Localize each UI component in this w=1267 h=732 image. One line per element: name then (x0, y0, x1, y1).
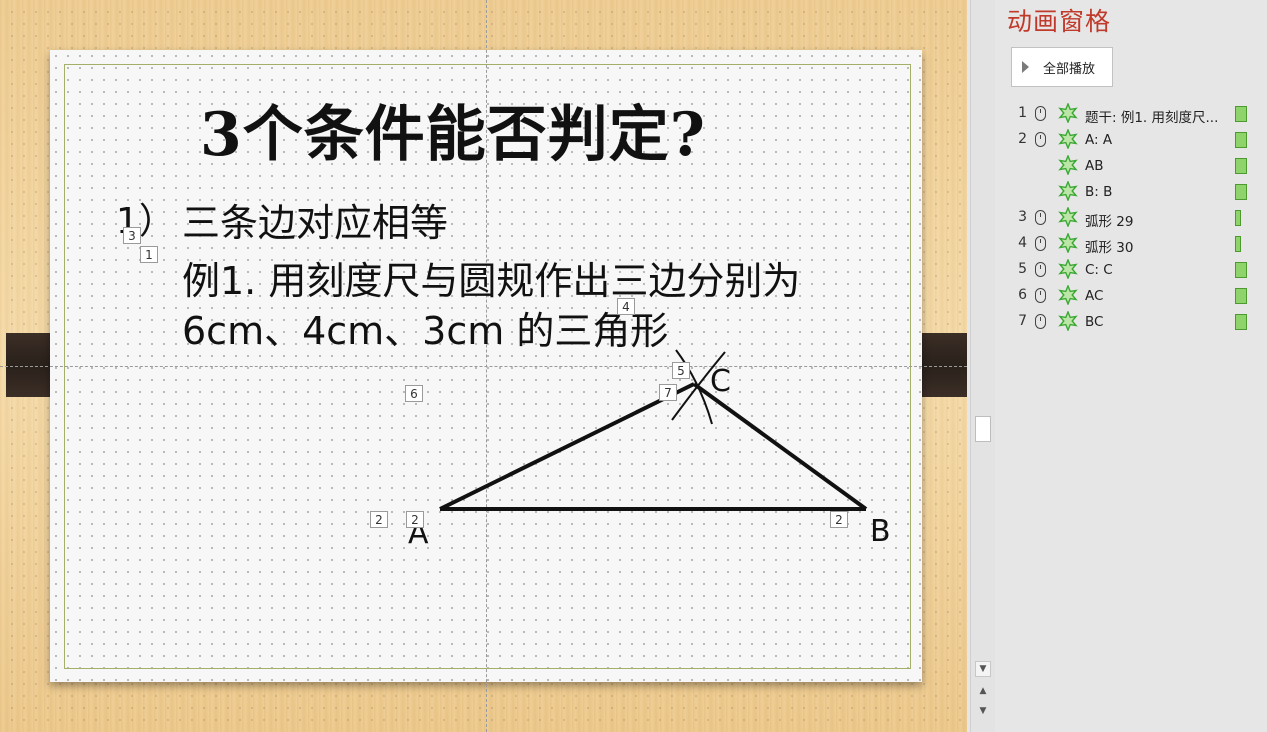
animation-list-item[interactable]: AB (995, 153, 1267, 179)
star-icon (1058, 155, 1078, 175)
animation-list: 1 题干: 例1. 用刻度尺... 2 A: A AB B: B 3 弧形 29 4 弧形 30 5… (995, 101, 1267, 335)
timing-bar[interactable] (1235, 158, 1247, 174)
animation-order-number: 1 (1018, 105, 1027, 121)
point-label-c[interactable]: C (710, 364, 731, 399)
animation-list-item[interactable]: 5 C: C (995, 257, 1267, 283)
animation-tag[interactable]: 6 (405, 385, 423, 402)
timing-bar[interactable] (1235, 262, 1247, 278)
animation-list-item[interactable]: 1 题干: 例1. 用刻度尺... (995, 101, 1267, 127)
animation-list-item[interactable]: 2 A: A (995, 127, 1267, 153)
mouse-icon (1035, 262, 1046, 277)
animation-list-item[interactable]: B: B (995, 179, 1267, 205)
animation-tag[interactable]: 7 (659, 384, 677, 401)
animation-label: 题干: 例1. 用刻度尺... (1085, 110, 1219, 126)
animation-label: B: B (1085, 184, 1113, 200)
timing-bar[interactable] (1235, 314, 1247, 330)
animation-tag[interactable]: 1 (140, 246, 158, 263)
mouse-icon (1035, 210, 1046, 225)
animation-order-number: 7 (1018, 313, 1027, 329)
animation-tag[interactable]: 2 (830, 511, 848, 528)
animation-list-item[interactable]: 7 BC (995, 309, 1267, 335)
animation-order-number: 2 (1018, 131, 1027, 147)
animation-label: 弧形 30 (1085, 240, 1134, 256)
animation-label: AB (1085, 158, 1104, 174)
pane-title: 动画窗格 (1007, 7, 1112, 36)
mouse-icon (1035, 106, 1046, 121)
double-chevron-up-icon[interactable]: ▲ (975, 684, 991, 700)
star-icon (1058, 181, 1078, 201)
timing-bar[interactable] (1235, 106, 1247, 122)
star-icon (1058, 259, 1078, 279)
animation-label: C: C (1085, 262, 1113, 278)
triangle-drawing[interactable] (0, 0, 967, 732)
animation-label: BC (1085, 314, 1104, 330)
animation-list-item[interactable]: 3 弧形 29 (995, 205, 1267, 231)
mouse-icon (1035, 132, 1046, 147)
animation-list-item[interactable]: 4 弧形 30 (995, 231, 1267, 257)
play-all-button[interactable]: 全部播放 (1011, 47, 1113, 87)
timing-bar[interactable] (1235, 288, 1247, 304)
animation-label: 弧形 29 (1085, 214, 1134, 230)
star-icon (1058, 233, 1078, 253)
star-icon (1058, 129, 1078, 149)
animation-order-number: 3 (1018, 209, 1027, 225)
animation-order-number: 6 (1018, 287, 1027, 303)
double-chevron-down-icon[interactable]: ▼ (975, 704, 991, 720)
timing-bar[interactable] (1235, 132, 1247, 148)
star-icon (1058, 103, 1078, 123)
animation-tag[interactable]: 4 (617, 298, 635, 315)
segment-ac (439, 382, 695, 511)
animation-tag[interactable]: 2 (370, 511, 388, 528)
star-icon (1058, 311, 1078, 331)
timing-bar[interactable] (1235, 236, 1241, 252)
timing-bar[interactable] (1235, 210, 1241, 226)
animation-order-number: 4 (1018, 235, 1027, 251)
timing-bar[interactable] (1235, 184, 1247, 200)
star-icon (1058, 207, 1078, 227)
animation-order-number: 5 (1018, 261, 1027, 277)
animation-label: A: A (1085, 132, 1113, 148)
play-icon (1022, 61, 1029, 73)
animation-tag[interactable]: 5 (672, 362, 690, 379)
play-all-label: 全部播放 (1043, 61, 1096, 77)
vertical-scrollbar[interactable]: ▼ ▲ ▼ (970, 0, 995, 732)
star-icon (1058, 285, 1078, 305)
animation-label: AC (1085, 288, 1104, 304)
animation-pane: 动画窗格 全部播放 1 题干: 例1. 用刻度尺... 2 A: A AB B: B 3 弧形… (995, 0, 1267, 732)
mouse-icon (1035, 288, 1046, 303)
mouse-icon (1035, 236, 1046, 251)
scroll-thumb[interactable] (975, 416, 991, 442)
point-label-b[interactable]: B (870, 514, 891, 549)
segment-bc (692, 382, 868, 511)
mouse-icon (1035, 314, 1046, 329)
animation-list-item[interactable]: 6 AC (995, 283, 1267, 309)
slide-canvas[interactable]: 3个条件能否判定? 1） 三条边对应相等 例1. 用刻度尺与圆规作出三边分别为 … (0, 0, 967, 732)
animation-tag[interactable]: 2 (406, 511, 424, 528)
chevron-down-icon[interactable]: ▼ (975, 661, 991, 677)
animation-tag[interactable]: 3 (123, 227, 141, 244)
